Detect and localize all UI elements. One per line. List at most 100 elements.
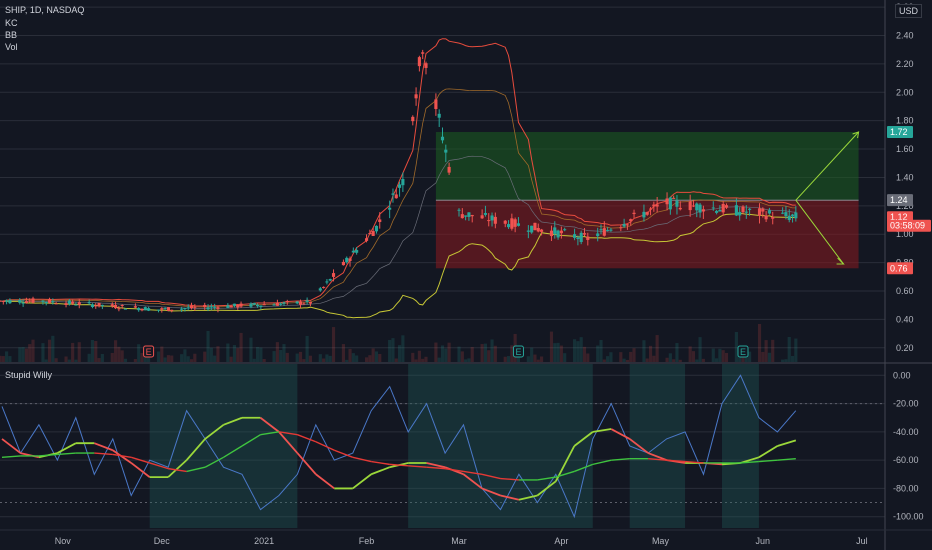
candle-body [691, 205, 696, 207]
oscillator-slow-line [389, 463, 409, 467]
volume-bar [437, 357, 441, 362]
candle-body [31, 298, 35, 303]
candle-body [398, 184, 402, 188]
volume-bar [411, 352, 415, 362]
candle-body [602, 228, 606, 236]
candle-body [695, 203, 699, 211]
price-tag-label: 0.76 [890, 263, 908, 273]
volume-bar [189, 359, 194, 362]
candle-body [0, 300, 2, 302]
candle-body [189, 305, 194, 309]
candle-body [701, 209, 705, 212]
oscillator-slow-line [371, 460, 390, 466]
currency-button[interactable]: USD [894, 4, 922, 18]
volume-bar [74, 359, 78, 362]
candle-body [295, 301, 299, 304]
osc-axis-tick: -80.00 [893, 483, 919, 493]
chart-canvas[interactable]: EEE 0.200.400.600.801.001.201.401.601.80… [0, 0, 932, 550]
volume-bar [51, 335, 55, 362]
volume-bar [8, 356, 12, 362]
volume-bar [163, 357, 167, 362]
volume-bar [351, 353, 355, 362]
oscillator-signal-line [370, 466, 391, 476]
candle-body [493, 216, 497, 224]
volume-bar [229, 356, 233, 362]
volume-bar [305, 335, 309, 362]
oscillator-signal-line [315, 473, 335, 490]
candle-body [744, 211, 748, 213]
volume-bar [302, 359, 306, 362]
volume-bar [781, 359, 785, 362]
candle-body [374, 225, 379, 232]
candle-body [94, 305, 98, 307]
candle-body [711, 207, 715, 209]
volume-bar [401, 335, 405, 362]
volume-bar [563, 353, 567, 362]
candle-body [460, 214, 464, 219]
candle-body [625, 224, 629, 226]
volume-bar [536, 359, 540, 362]
volume-bar [530, 347, 534, 362]
volume-bar [767, 352, 771, 362]
volume-bar [434, 342, 438, 362]
stop-zone [435, 200, 859, 269]
candle-body [206, 307, 210, 310]
volume-bar [698, 337, 702, 362]
time-axis-tick: Feb [359, 536, 375, 546]
candle-body [559, 230, 563, 234]
candle-body [741, 206, 745, 213]
volume-bar [757, 324, 762, 362]
candle-body [539, 229, 544, 232]
oscillator-highlight [408, 364, 593, 528]
symbol-title: SHIP, 1D, NASDAQ [5, 5, 85, 15]
volume-bar [602, 359, 606, 362]
candle-body [193, 306, 197, 308]
volume-bar [388, 339, 392, 362]
candle-body [424, 63, 428, 68]
volume-bar [503, 356, 507, 362]
indicator-vol-label[interactable]: Vol [5, 42, 18, 53]
candle-body [279, 303, 283, 305]
candle-body [784, 212, 788, 217]
candle-body [355, 250, 359, 253]
candle-body [133, 306, 137, 308]
volume-bar [622, 358, 626, 362]
volume-bar [549, 331, 554, 362]
volume-bar [599, 340, 603, 362]
volume-bar [480, 344, 484, 362]
volume-bar [632, 348, 636, 362]
candle-body [262, 304, 266, 306]
volume-bar [1, 356, 5, 362]
candle-body [506, 224, 511, 228]
candle-body [71, 301, 75, 304]
volume-bar [487, 350, 491, 362]
volume-bar [123, 358, 128, 362]
volume-bar [771, 339, 775, 362]
candle-body [721, 203, 725, 213]
candle-body [351, 250, 355, 253]
volume-bar [394, 358, 398, 362]
candle-body [186, 307, 190, 309]
candle-body [259, 305, 263, 308]
volume-bar [688, 346, 692, 362]
volume-bar [328, 355, 332, 362]
time-axis-tick: Mar [451, 536, 467, 546]
candle-body [163, 308, 167, 310]
indicator-kc-label[interactable]: KC [5, 18, 18, 29]
volume-bar [460, 351, 464, 362]
volume-bar [160, 346, 164, 362]
time-axis-tick: Dec [154, 536, 171, 546]
volume-bar [120, 350, 124, 362]
volume-bar [90, 339, 95, 362]
candle-body [599, 229, 603, 231]
volume-bar [398, 345, 402, 362]
candle-body [137, 308, 141, 311]
volume-bar [715, 358, 719, 362]
earnings-marker-label: E [515, 347, 521, 357]
volume-bar [533, 354, 537, 362]
earnings-marker-label: E [740, 347, 746, 357]
indicator-bb-label[interactable]: BB [5, 30, 17, 41]
candle-body [371, 231, 375, 236]
volume-bar [559, 345, 563, 362]
volume-bar [556, 342, 560, 362]
